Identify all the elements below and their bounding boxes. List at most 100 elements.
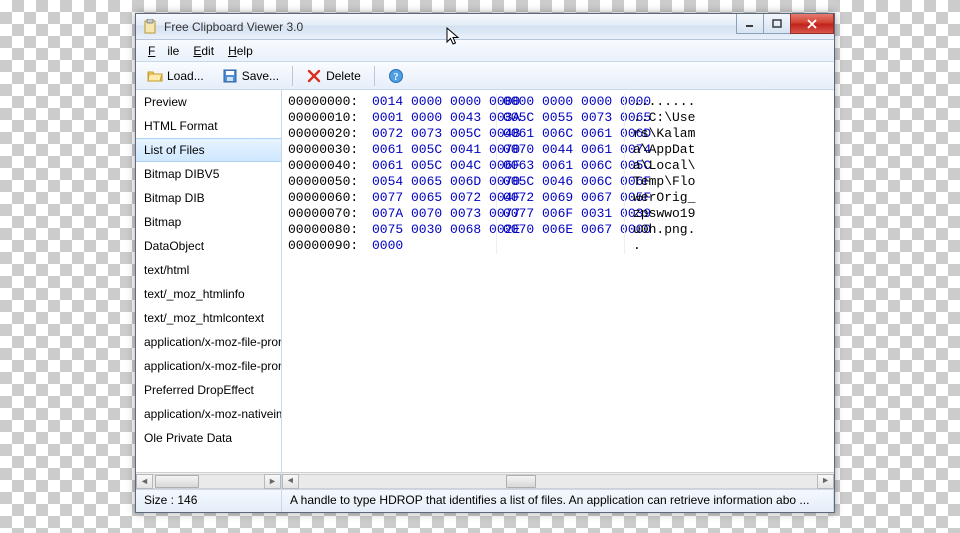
- menubar: File Edit Help: [136, 40, 834, 62]
- hex-row: 00000010:0001 0000 0043 003A005C 0055 00…: [288, 110, 828, 126]
- hex-row: 00000000:0014 0000 0000 00000000 0000 00…: [288, 94, 828, 110]
- toolbar-separator: [292, 66, 293, 86]
- format-item[interactable]: Bitmap: [136, 210, 281, 234]
- hex-group: 0061 005C 004C 006F: [368, 158, 496, 174]
- format-sidebar: PreviewHTML FormatList of FilesBitmap DI…: [136, 90, 282, 489]
- menu-help[interactable]: Help: [222, 42, 259, 60]
- hex-group: [496, 238, 624, 254]
- hex-row: 00000090:0000.: [288, 238, 828, 254]
- format-item[interactable]: HTML Format: [136, 114, 281, 138]
- scroll-track[interactable]: [299, 474, 817, 489]
- hex-hscroll[interactable]: ◄ ►: [282, 472, 834, 489]
- menu-edit[interactable]: Edit: [187, 42, 220, 60]
- floppy-icon: [222, 68, 238, 84]
- sidebar-hscroll[interactable]: ◄ ►: [136, 472, 281, 489]
- window-controls: [737, 14, 834, 34]
- format-item[interactable]: Ole Private Data: [136, 426, 281, 450]
- hex-offset: 00000070:: [288, 206, 368, 222]
- hex-ascii: rs\Kalam: [624, 126, 695, 142]
- format-item[interactable]: application/x-moz-file-promise: [136, 330, 281, 354]
- hex-offset: 00000090:: [288, 238, 368, 254]
- format-list[interactable]: PreviewHTML FormatList of FilesBitmap DI…: [136, 90, 281, 472]
- format-item[interactable]: text/_moz_htmlinfo: [136, 282, 281, 306]
- hex-row: 00000060:0077 0065 0072 004F0072 0069 00…: [288, 190, 828, 206]
- hex-group: 0070 0044 0061 0074: [496, 142, 624, 158]
- toolbar: Load... Save... Delete ?: [136, 62, 834, 90]
- hex-row: 00000070:007A 0070 0073 00770077 006F 00…: [288, 206, 828, 222]
- load-button[interactable]: Load...: [140, 65, 211, 87]
- hex-group: 0000: [368, 238, 496, 254]
- app-window: Free Clipboard Viewer 3.0 File Edit Help…: [135, 13, 835, 513]
- format-item[interactable]: Bitmap DIB: [136, 186, 281, 210]
- menu-file[interactable]: File: [142, 42, 185, 60]
- hex-body[interactable]: 00000000:0014 0000 0000 00000000 0000 00…: [282, 90, 834, 472]
- hex-ascii: u0h.png.: [624, 222, 695, 238]
- hex-ascii: .: [624, 238, 641, 254]
- toolbar-separator: [374, 66, 375, 86]
- hex-offset: 00000020:: [288, 126, 368, 142]
- save-label: Save...: [242, 69, 279, 83]
- hex-row: 00000020:0072 0073 005C 004B0061 006C 00…: [288, 126, 828, 142]
- delete-label: Delete: [326, 69, 361, 83]
- scroll-right-icon[interactable]: ►: [817, 474, 834, 489]
- hex-group: 0077 0065 0072 004F: [368, 190, 496, 206]
- content-area: PreviewHTML FormatList of FilesBitmap DI…: [136, 90, 834, 490]
- hex-group: 0061 006C 0061 006D: [496, 126, 624, 142]
- hex-viewer: 00000000:0014 0000 0000 00000000 0000 00…: [282, 90, 834, 489]
- hex-group: 0054 0065 006D 0070: [368, 174, 496, 190]
- hex-ascii: ..C:\Use: [624, 110, 695, 126]
- hex-group: 0072 0069 0067 005F: [496, 190, 624, 206]
- delete-button[interactable]: Delete: [299, 65, 368, 87]
- hex-offset: 00000060:: [288, 190, 368, 206]
- hex-group: 0063 0061 006C 005C: [496, 158, 624, 174]
- hex-ascii: Temp\Flo: [624, 174, 695, 190]
- close-button[interactable]: [790, 14, 834, 34]
- format-item[interactable]: DataObject: [136, 234, 281, 258]
- format-item[interactable]: Preferred DropEffect: [136, 378, 281, 402]
- format-item[interactable]: application/x-moz-nativeimage: [136, 402, 281, 426]
- minimize-button[interactable]: [736, 14, 764, 34]
- hex-ascii: zpswwo19: [624, 206, 695, 222]
- scroll-thumb[interactable]: [155, 475, 199, 488]
- status-description: A handle to type HDROP that identifies a…: [282, 490, 834, 512]
- hex-group: 0072 0073 005C 004B: [368, 126, 496, 142]
- hex-group: 0061 005C 0041 0070: [368, 142, 496, 158]
- save-button[interactable]: Save...: [215, 65, 286, 87]
- help-icon: ?: [388, 68, 404, 84]
- hex-group: 005C 0046 006C 006F: [496, 174, 624, 190]
- hex-group: 0075 0030 0068 002E: [368, 222, 496, 238]
- titlebar[interactable]: Free Clipboard Viewer 3.0: [136, 14, 834, 40]
- hex-group: 0014 0000 0000 0000: [368, 94, 496, 110]
- format-item[interactable]: Preview: [136, 90, 281, 114]
- hex-group: 007A 0070 0073 0077: [368, 206, 496, 222]
- hex-ascii: a\Local\: [624, 158, 695, 174]
- format-item[interactable]: text/_moz_htmlcontext: [136, 306, 281, 330]
- format-item[interactable]: List of Files: [136, 138, 281, 162]
- maximize-button[interactable]: [763, 14, 791, 34]
- scroll-thumb[interactable]: [506, 475, 536, 488]
- hex-row: 00000040:0061 005C 004C 006F0063 0061 00…: [288, 158, 828, 174]
- scroll-track[interactable]: [153, 474, 264, 489]
- format-item[interactable]: Bitmap DIBV5: [136, 162, 281, 186]
- folder-open-icon: [147, 68, 163, 84]
- delete-x-icon: [306, 68, 322, 84]
- hex-offset: 00000030:: [288, 142, 368, 158]
- scroll-left-icon[interactable]: ◄: [282, 474, 299, 489]
- hex-offset: 00000000:: [288, 94, 368, 110]
- hex-row: 00000080:0075 0030 0068 002E0070 006E 00…: [288, 222, 828, 238]
- scroll-right-icon[interactable]: ►: [264, 474, 281, 489]
- format-item[interactable]: application/x-moz-file-promise: [136, 354, 281, 378]
- svg-text:?: ?: [393, 72, 398, 83]
- hex-group: 0001 0000 0043 003A: [368, 110, 496, 126]
- hex-group: 0000 0000 0000 0000: [496, 94, 624, 110]
- scroll-left-icon[interactable]: ◄: [136, 474, 153, 489]
- hex-group: 0077 006F 0031 0039: [496, 206, 624, 222]
- load-label: Load...: [167, 69, 204, 83]
- hex-ascii: a\AppDat: [624, 142, 695, 158]
- format-item[interactable]: text/html: [136, 258, 281, 282]
- hex-offset: 00000040:: [288, 158, 368, 174]
- hex-row: 00000050:0054 0065 006D 0070005C 0046 00…: [288, 174, 828, 190]
- window-title: Free Clipboard Viewer 3.0: [164, 20, 303, 34]
- help-button[interactable]: ?: [381, 65, 411, 87]
- hex-group: 0070 006E 0067 0000: [496, 222, 624, 238]
